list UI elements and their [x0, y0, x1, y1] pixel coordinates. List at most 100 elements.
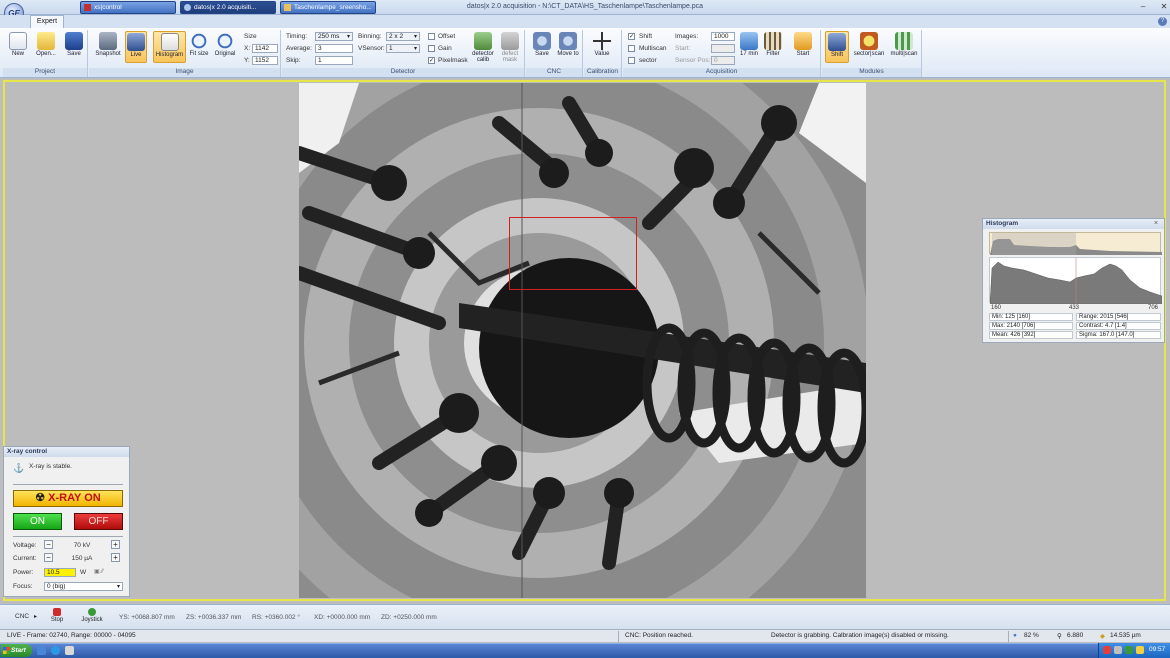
group-label: CNC — [526, 68, 582, 77]
sector-scan-icon — [860, 32, 878, 50]
new-file-icon — [9, 32, 27, 50]
xray-render — [299, 83, 866, 598]
minimize-button[interactable]: – — [1138, 2, 1148, 12]
folder-icon — [37, 32, 55, 50]
zoom-fit-icon — [190, 32, 208, 50]
task-datosx[interactable]: datos|x 2.0 acquisiti... — [180, 1, 276, 14]
quicklaunch-browser-icon[interactable] — [51, 646, 60, 655]
gain-checkbox[interactable] — [428, 45, 435, 52]
offset-checkbox[interactable] — [428, 33, 435, 40]
live-frame-status: LIVE - Frame: 02740, Range: 00000 - 0409… — [7, 632, 136, 639]
sensor-pos-field[interactable]: 0 — [711, 56, 735, 65]
detector-calib-button[interactable]: detector calib — [470, 31, 496, 63]
xray-control-title: X-ray control — [4, 447, 129, 457]
images-field[interactable]: 1000 — [711, 32, 735, 41]
tab-row — [0, 15, 1170, 28]
histogram-max: Max: 2140 [706] — [989, 322, 1073, 330]
windows-logo-icon — [3, 647, 10, 654]
xscontrol-app-icon — [84, 4, 91, 11]
focus-label: Focus: — [13, 583, 33, 590]
current-increase-button[interactable]: + — [111, 553, 120, 562]
current-decrease-button[interactable]: − — [44, 553, 53, 562]
tray-icon[interactable] — [1114, 646, 1122, 654]
average-field[interactable]: 3 — [315, 44, 353, 53]
save-project-button[interactable]: Save — [63, 31, 85, 63]
shift-checkbox[interactable]: ✓ — [628, 33, 635, 40]
sector-scan-button[interactable]: sector|scan — [852, 31, 886, 63]
start-button[interactable]: Start — [792, 31, 814, 63]
help-icon[interactable]: ? — [1158, 17, 1167, 26]
snapshot-button[interactable]: Snapshot — [93, 31, 123, 63]
live-button[interactable]: Live — [125, 31, 147, 63]
xray-off-button[interactable]: OFF — [74, 513, 123, 530]
roi-rectangle[interactable] — [509, 217, 637, 290]
histogram-graph[interactable] — [989, 257, 1163, 305]
defect-mask-button[interactable]: defect mask — [499, 31, 521, 63]
multi-scan-button[interactable]: multi|scan — [888, 31, 920, 63]
shift-module-button[interactable]: Shift — [825, 31, 849, 63]
start-label: Start: — [675, 45, 691, 52]
filter-button[interactable]: Filter — [762, 31, 784, 63]
tray-icon[interactable] — [1103, 646, 1111, 654]
histogram-overview[interactable] — [989, 232, 1162, 255]
tray-icon[interactable] — [1136, 646, 1144, 654]
pixelmask-checkbox[interactable]: ✓ — [428, 57, 435, 64]
xray-image[interactable] — [299, 83, 866, 598]
taskbar — [0, 643, 1170, 658]
divider — [13, 536, 123, 537]
group-label: Acquisition — [623, 68, 820, 77]
camera-icon — [99, 32, 117, 50]
voltage-decrease-button[interactable]: − — [44, 540, 53, 549]
move-to-button[interactable]: Move to — [556, 31, 580, 63]
current-value: 150 µA — [71, 555, 93, 562]
filter-toggle-icon[interactable]: ▣ ⁄⁄ — [94, 568, 103, 575]
quicklaunch-desktop-icon[interactable] — [37, 646, 46, 655]
histogram-close-icon[interactable]: × — [1154, 220, 1158, 227]
start-menu-button[interactable]: Start — [1, 644, 32, 657]
cnc-status: CNC: Position reached. — [625, 632, 693, 639]
close-button[interactable]: ✕ — [1159, 2, 1169, 12]
open-button[interactable]: Open... — [33, 31, 59, 63]
histogram-button[interactable]: Histogram — [153, 31, 186, 63]
cnc-label[interactable]: CNC — [15, 613, 29, 620]
voxel-size: 14.535 µm — [1110, 632, 1141, 639]
joystick-button[interactable]: Joystick — [78, 608, 106, 623]
histogram-bars — [989, 258, 1163, 305]
cnc-expand-icon[interactable]: ▸ — [34, 613, 37, 620]
new-button[interactable]: New — [7, 31, 29, 63]
skip-label: Skip: — [286, 57, 301, 64]
quicklaunch-app-icon[interactable] — [65, 646, 74, 655]
original-size-button[interactable]: Original — [212, 31, 238, 63]
stop-button[interactable]: Stop — [46, 608, 68, 623]
binning-select[interactable]: 2 x 2 — [386, 32, 420, 41]
power-field[interactable]: 10.5 — [44, 568, 76, 577]
gain-label: Gain — [438, 45, 452, 52]
size-x-field[interactable]: 1142 — [252, 44, 278, 53]
voxel-icon: ◆ — [1100, 633, 1105, 640]
timing-select[interactable]: 250 ms — [315, 32, 353, 41]
voltage-increase-button[interactable]: + — [111, 540, 120, 549]
calendar-icon — [740, 32, 758, 50]
start-field[interactable] — [711, 44, 735, 53]
shift-label: Shift — [639, 33, 653, 40]
offset-label: Offset — [438, 33, 456, 40]
vsensor-select[interactable]: 1 — [386, 44, 420, 53]
tray-icon[interactable] — [1125, 646, 1133, 654]
task-screenshot[interactable]: Taschenlampe_sreensho... — [280, 1, 376, 14]
focus-select[interactable]: 0 (big) — [44, 582, 123, 591]
multiscan-checkbox[interactable] — [628, 45, 635, 52]
power-label: Power: — [13, 569, 34, 576]
size-y-field[interactable]: 1152 — [252, 56, 278, 65]
cnc-save-button[interactable]: Save — [530, 31, 554, 63]
ys-position: YS: +0068.807 mm — [119, 614, 175, 621]
tab-expert[interactable]: Expert — [30, 15, 64, 29]
xray-control-panel: X-ray control ⚓ X-ray is stable. ☢ X-RAY… — [3, 446, 130, 597]
xray-on-button[interactable]: ON — [13, 513, 62, 530]
sector-checkbox[interactable] — [628, 57, 635, 64]
fit-size-button[interactable]: Fit size — [189, 31, 209, 63]
zd-position: ZD: +0250.000 mm — [381, 614, 437, 621]
skip-field[interactable]: 1 — [315, 56, 353, 65]
scan-time-button[interactable]: 17 min — [739, 31, 759, 63]
value-button[interactable]: Value — [589, 31, 615, 63]
task-xscontrol[interactable]: xs|control — [80, 1, 176, 14]
